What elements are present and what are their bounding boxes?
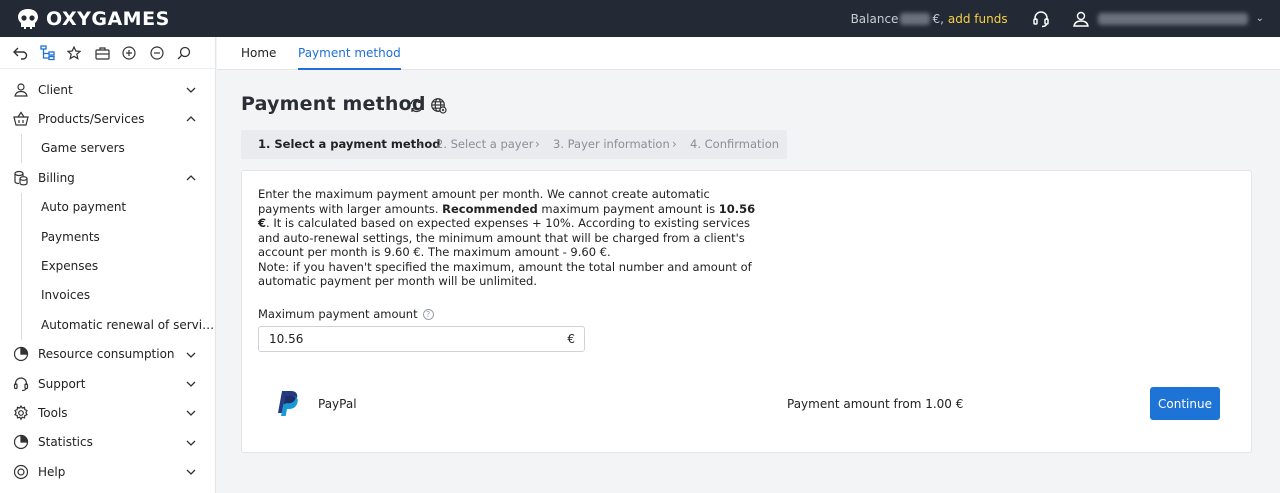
pie-chart-icon	[12, 345, 30, 363]
minus-circle-icon[interactable]	[149, 43, 178, 63]
search-icon[interactable]	[177, 43, 205, 63]
step-4: 4. Confirmation	[690, 137, 780, 151]
sidebar-item-label: Tools	[38, 405, 68, 420]
gear-icon	[12, 404, 30, 422]
sidebar-item-statistics[interactable]: Statistics	[0, 428, 215, 457]
user-icon	[12, 81, 30, 99]
globe-icon[interactable]	[430, 97, 447, 114]
chevron-up-icon	[186, 116, 196, 122]
max-amount-label-text: Maximum payment amount	[258, 307, 418, 321]
sidebar-item-automatic-renewal[interactable]: Automatic renewal of servi…	[0, 310, 215, 340]
max-amount-label: Maximum payment amount ?	[258, 307, 434, 321]
logo-icon	[18, 8, 38, 29]
sidebar-item-payments[interactable]: Payments	[0, 221, 215, 252]
pie-chart-icon	[12, 433, 30, 451]
sidebar-item-game-servers[interactable]: Game servers	[0, 133, 215, 164]
balance-value-redacted	[900, 12, 931, 25]
sidebar-item-auto-payment[interactable]: Auto payment	[0, 192, 215, 223]
paypal-logo-icon	[278, 391, 298, 416]
sidebar-item-label: Support	[38, 376, 86, 391]
chevron-down-icon	[186, 87, 196, 93]
sidebar-item-label: Client	[38, 82, 73, 97]
chevron-right-icon: ›	[535, 137, 540, 151]
sidebar-item-label: Automatic renewal of servi…	[41, 317, 215, 332]
sidebar-item-billing[interactable]: Billing	[0, 163, 215, 192]
chevron-right-icon: ›	[417, 137, 422, 151]
logo[interactable]: OXYGAMES	[16, 8, 170, 30]
back-icon[interactable]	[12, 43, 40, 63]
currency-symbol: €	[567, 332, 575, 346]
chevron-down-icon	[186, 381, 196, 387]
sidebar-item-tools[interactable]: Tools	[0, 398, 215, 427]
sidebar-item-label: Invoices	[41, 288, 91, 303]
sidebar-item-products-services[interactable]: Products/Services	[0, 104, 215, 133]
desc-part: maximum payment amount is	[537, 201, 719, 216]
basket-icon	[12, 110, 30, 128]
chevron-right-icon: ›	[672, 137, 677, 151]
briefcase-icon[interactable]	[94, 43, 123, 63]
add-funds-link[interactable]: add funds	[948, 12, 1008, 26]
wizard-steps: 1. Select a payment method › 2. Select a…	[241, 130, 787, 159]
help-icon[interactable]: ?	[422, 308, 434, 320]
sidebar-item-support[interactable]: Support	[0, 369, 215, 398]
payment-panel: Enter the maximum payment amount per mon…	[241, 170, 1252, 453]
chevron-down-icon: ⌄	[1255, 13, 1264, 24]
sidebar-item-help[interactable]: Help	[0, 457, 215, 486]
headset-icon[interactable]	[1032, 10, 1050, 28]
star-icon[interactable]	[67, 43, 95, 63]
sidebar-item-invoices[interactable]: Invoices	[0, 280, 215, 311]
username-redacted	[1097, 12, 1248, 25]
balance-currency: €,	[932, 11, 944, 26]
max-amount-input[interactable]	[269, 332, 549, 346]
sidebar-menu: Client Products/Services Game servers Bi…	[0, 69, 215, 486]
chevron-down-icon	[186, 440, 196, 446]
sidebar-item-label: Expenses	[41, 259, 99, 274]
page-title: Payment method	[241, 93, 426, 115]
sidebar-item-label: Game servers	[41, 141, 125, 156]
step-1: 1. Select a payment method	[258, 137, 441, 151]
lifebuoy-icon	[12, 463, 30, 481]
description-text: Enter the maximum payment amount per mon…	[258, 187, 758, 289]
continue-button[interactable]: Continue	[1150, 387, 1220, 420]
sidebar-item-expenses[interactable]: Expenses	[0, 251, 215, 282]
tab-home[interactable]: Home	[241, 37, 276, 70]
payment-method-row[interactable]: PayPal Payment amount from 1.00 € Contin…	[258, 376, 1237, 436]
chevron-down-icon	[186, 469, 196, 475]
max-amount-field[interactable]: €	[258, 326, 585, 352]
balance: Balance €, add funds	[851, 12, 1008, 26]
desc-part: . It is calculated based on expected exp…	[258, 216, 750, 259]
sidebar-item-label: Products/Services	[38, 112, 145, 127]
sidebar-item-label: Auto payment	[41, 200, 127, 215]
sidebar: Client Products/Services Game servers Bi…	[0, 37, 216, 493]
sidebar-item-label: Billing	[38, 170, 75, 185]
plus-circle-icon[interactable]	[122, 43, 150, 63]
user-menu[interactable]: ⌄	[1072, 10, 1264, 28]
sidebar-item-resource-consumption[interactable]: Resource consumption	[0, 340, 215, 369]
sidebar-item-label: Help	[38, 464, 66, 479]
chevron-down-icon	[186, 352, 196, 358]
tree-icon[interactable]	[39, 43, 68, 63]
desc-note: Note: if you haven't specified the maxim…	[258, 259, 752, 289]
sidebar-item-label: Payments	[41, 229, 100, 244]
chevron-down-icon	[186, 410, 196, 417]
refresh-icon[interactable]	[408, 97, 425, 114]
sidebar-toolbar	[0, 37, 215, 69]
brand-name: OXYGAMES	[46, 7, 170, 30]
sidebar-item-label: Statistics	[38, 435, 93, 450]
user-icon	[1072, 11, 1089, 27]
step-3: 3. Payer information	[553, 137, 670, 151]
chevron-up-icon	[186, 175, 196, 181]
payment-amount-text: Payment amount from 1.00 €	[787, 397, 964, 411]
top-bar: OXYGAMES Balance €, add funds ⌄	[0, 0, 1280, 37]
sidebar-item-label: Resource consumption	[38, 347, 175, 362]
tab-bar: Home Payment method	[217, 37, 1280, 70]
step-2: 2. Select a payer	[436, 137, 534, 151]
coins-icon	[12, 169, 30, 187]
payment-method-name: PayPal	[318, 397, 357, 411]
balance-label: Balance	[850, 11, 899, 26]
desc-recommended: Recommended	[442, 201, 538, 216]
tab-payment-method[interactable]: Payment method	[298, 37, 401, 70]
headset-icon	[12, 375, 30, 393]
sidebar-item-client[interactable]: Client	[0, 75, 215, 104]
